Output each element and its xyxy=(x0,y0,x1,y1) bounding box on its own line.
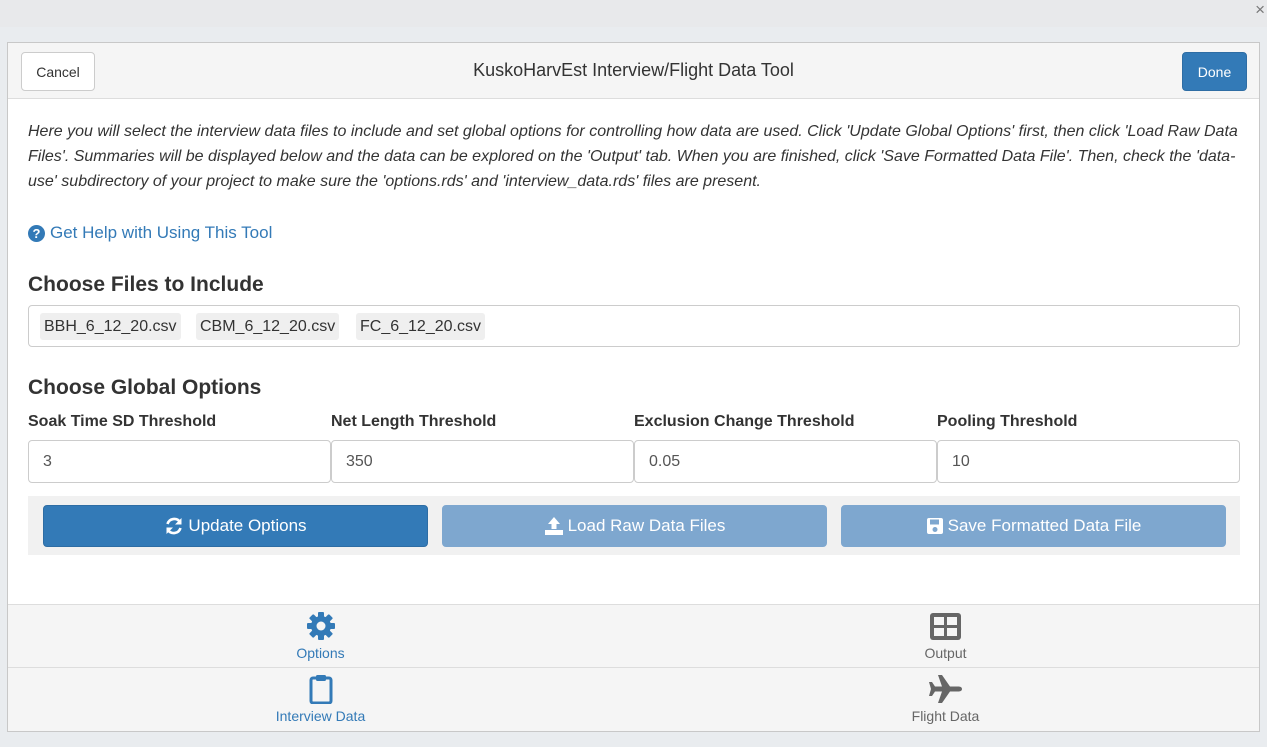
floppy-disk-icon xyxy=(926,518,943,534)
gadget-dialog: Cancel KuskoHarvEst Interview/Flight Dat… xyxy=(7,42,1260,732)
question-circle-icon: ? xyxy=(28,224,45,242)
refresh-icon xyxy=(166,517,183,535)
save-formatted-label: Save Formatted Data File xyxy=(947,516,1142,535)
load-raw-data-button[interactable]: Load Raw Data Files xyxy=(442,505,827,547)
gadget-title-bar: Cancel KuskoHarvEst Interview/Flight Dat… xyxy=(8,43,1259,99)
exclusion-change-label: Exclusion Change Threshold xyxy=(634,413,855,430)
update-options-button[interactable]: Update Options xyxy=(43,505,428,547)
soak-time-input[interactable]: 3 xyxy=(28,440,331,483)
update-options-label: Update Options xyxy=(188,516,307,535)
tab-flight-data-label: Flight Data xyxy=(911,708,980,724)
table-icon xyxy=(930,611,961,641)
upload-icon xyxy=(544,517,563,535)
pooling-label: Pooling Threshold xyxy=(937,413,1078,430)
gadget-title: KuskoHarvEst Interview/Flight Data Tool xyxy=(473,60,794,80)
load-raw-data-label: Load Raw Data Files xyxy=(567,516,726,535)
gear-icon xyxy=(306,611,336,641)
files-section-title: Choose Files to Include xyxy=(28,273,264,296)
tab-interview-data-label: Interview Data xyxy=(275,708,366,724)
tab-options[interactable]: Options xyxy=(8,605,633,667)
file-select-input[interactable]: BBH_6_12_20.csv CBM_6_12_20.csv FC_6_12_… xyxy=(28,305,1240,347)
file-chip[interactable]: BBH_6_12_20.csv xyxy=(40,313,181,340)
file-chip[interactable]: CBM_6_12_20.csv xyxy=(196,313,340,340)
pooling-input[interactable]: 10 xyxy=(937,440,1240,483)
soak-time-label: Soak Time SD Threshold xyxy=(28,413,217,430)
tab-output[interactable]: Output xyxy=(633,605,1258,667)
plane-icon xyxy=(928,674,964,704)
tab-options-label: Options xyxy=(296,645,345,661)
tab-interview-data[interactable]: Interview Data xyxy=(8,668,633,730)
tab-output-label: Output xyxy=(924,645,967,661)
done-button[interactable]: Done xyxy=(1182,52,1247,91)
options-section-title: Choose Global Options xyxy=(28,376,262,399)
net-length-input[interactable]: 350 xyxy=(331,440,634,483)
exclusion-change-input[interactable]: 0.05 xyxy=(634,440,937,483)
clipboard-icon xyxy=(309,674,333,704)
file-chip[interactable]: FC_6_12_20.csv xyxy=(356,313,485,340)
action-button-well: Update Options Load Raw Data Files Save … xyxy=(28,496,1240,555)
close-icon[interactable]: × xyxy=(1255,0,1265,20)
intro-text: Here you will select the interview data … xyxy=(28,123,1238,190)
save-formatted-button[interactable]: Save Formatted Data File xyxy=(841,505,1226,547)
net-length-label: Net Length Threshold xyxy=(331,413,497,430)
help-link-label: Get Help with Using This Tool xyxy=(50,223,273,242)
help-link[interactable]: ? Get Help with Using This Tool xyxy=(28,223,272,243)
miniui-tabbar: Options Output Interview Data Flight Dat… xyxy=(8,604,1259,731)
tab-flight-data[interactable]: Flight Data xyxy=(633,668,1258,730)
window-top-bar: × xyxy=(0,0,1267,27)
